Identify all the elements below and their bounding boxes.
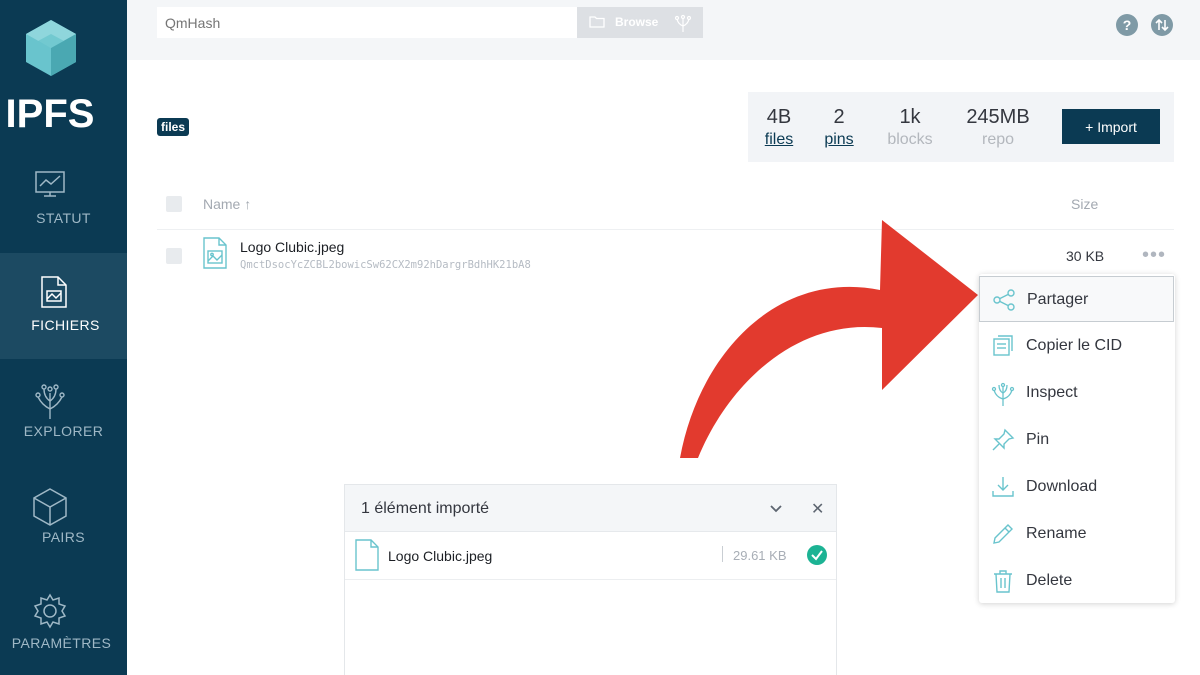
size-separator: [722, 546, 723, 562]
file-size: 30 KB: [1066, 248, 1105, 264]
explorer-tree-icon: [35, 384, 65, 419]
peers-cube-icon: [33, 488, 67, 526]
stat-pins-value: 2: [833, 106, 845, 128]
download-icon: [992, 477, 1014, 497]
menu-item-copy-cid[interactable]: Copier le CID: [979, 323, 1175, 369]
nav-item-status[interactable]: STATUT: [0, 146, 127, 252]
stat-blocks-value: 1k: [899, 106, 921, 128]
menu-item-download[interactable]: Download: [979, 464, 1175, 510]
hash-search-input[interactable]: [157, 7, 577, 38]
more-options-icon[interactable]: •••: [1142, 244, 1166, 267]
import-status-panel: 1 élément importé ✕ Logo Clubic.jpeg 29.…: [344, 484, 837, 675]
stat-files[interactable]: 4B files: [762, 106, 796, 149]
stat-repo-label: repo: [981, 131, 1015, 148]
settings-gear-icon: [33, 593, 67, 629]
nav-label-explorer: EXPLORER: [23, 423, 104, 439]
file-hash: QmctDsocYcZCBL2bowicSw62CX2m92hDargrBdhH…: [240, 259, 531, 271]
stat-blocks: 1k blocks: [882, 106, 938, 149]
ipfs-cube-icon: [26, 20, 76, 76]
browse-label: Browse: [615, 15, 659, 29]
pin-icon: [992, 428, 1015, 451]
select-all-checkbox[interactable]: [166, 196, 182, 212]
file-context-menu: Partager Copier le CID Inspect Pin Downl…: [979, 274, 1175, 603]
menu-item-share[interactable]: Partager: [979, 276, 1174, 322]
image-file-icon: [203, 237, 227, 269]
breadcrumb-files[interactable]: files: [157, 118, 190, 136]
file-icon: [355, 539, 379, 571]
nav-item-settings[interactable]: PARAMÈTRES: [0, 571, 127, 675]
import-button[interactable]: + Import: [1062, 109, 1160, 144]
import-file-name: Logo Clubic.jpeg: [388, 548, 493, 564]
chevron-down-icon[interactable]: [769, 504, 783, 514]
import-panel-title: 1 élément importé: [361, 500, 490, 517]
nav-label-files: FICHIERS: [31, 317, 100, 333]
menu-label-pin: Pin: [1026, 431, 1050, 448]
red-arrow-annotation: [680, 220, 978, 458]
menu-item-rename[interactable]: Rename: [979, 511, 1175, 557]
repo-stats-panel: 4B files 2 pins 1k blocks 245MB repo + I…: [748, 92, 1174, 162]
nav-label-settings: PARAMÈTRES: [11, 635, 112, 651]
size-column-header: Size: [1071, 196, 1099, 212]
menu-label-inspect: Inspect: [1026, 384, 1078, 401]
trash-icon: [994, 570, 1012, 593]
help-icon[interactable]: ?: [1116, 14, 1138, 36]
menu-label-delete: Delete: [1026, 572, 1073, 589]
folder-icon: [589, 16, 605, 28]
success-check-icon: [807, 545, 827, 565]
nav-label-peers: PAIRS: [42, 529, 85, 545]
nav-item-explorer[interactable]: EXPLORER: [0, 359, 127, 465]
import-file-row: Logo Clubic.jpeg 29.61 KB: [345, 532, 836, 580]
file-row-checkbox[interactable]: [166, 248, 182, 264]
sync-arrows-icon[interactable]: [1151, 14, 1173, 36]
stat-blocks-label: blocks: [887, 131, 933, 148]
status-chart-icon: [35, 171, 65, 197]
stat-files-link[interactable]: files: [762, 131, 796, 149]
import-panel-header: 1 élément importé ✕: [345, 485, 836, 532]
inspect-tree-icon: [991, 382, 1015, 406]
menu-label-copy-cid: Copier le CID: [1026, 337, 1123, 354]
nav-label-status: STATUT: [36, 210, 91, 226]
explore-tree-icon: [675, 14, 691, 32]
top-bar: Browse ?: [127, 0, 1200, 60]
stat-pins[interactable]: 2 pins: [822, 106, 856, 149]
browse-button[interactable]: Browse: [577, 7, 703, 38]
stat-files-value: 4B: [766, 106, 792, 128]
close-icon[interactable]: ✕: [811, 499, 824, 519]
menu-item-pin[interactable]: Pin: [979, 417, 1175, 463]
ipfs-logo[interactable]: IPFS: [0, 12, 127, 136]
menu-item-inspect[interactable]: Inspect: [979, 370, 1175, 416]
logo-text: IPFS: [5, 92, 95, 136]
stat-repo-value: 245MB: [966, 106, 1030, 128]
menu-label-download: Download: [1026, 478, 1098, 495]
copy-icon: [993, 335, 1013, 356]
menu-item-delete[interactable]: Delete: [979, 558, 1175, 604]
menu-label-rename: Rename: [1026, 525, 1087, 542]
file-name[interactable]: Logo Clubic.jpeg: [240, 239, 344, 255]
share-icon: [993, 289, 1015, 311]
import-file-size: 29.61 KB: [733, 548, 787, 563]
pencil-icon: [993, 524, 1013, 544]
name-column-header[interactable]: Name ↑: [203, 196, 251, 212]
stat-pins-link[interactable]: pins: [822, 131, 856, 149]
stat-repo: 245MB repo: [960, 106, 1036, 149]
menu-label-share: Partager: [1027, 291, 1089, 308]
files-icon: [41, 276, 67, 308]
nav-item-files[interactable]: FICHIERS: [0, 253, 127, 359]
sidebar: IPFS STATUT FICHIERS EXPLORER PAIRS PARA…: [0, 0, 127, 675]
nav-item-peers[interactable]: PAIRS: [0, 465, 127, 571]
